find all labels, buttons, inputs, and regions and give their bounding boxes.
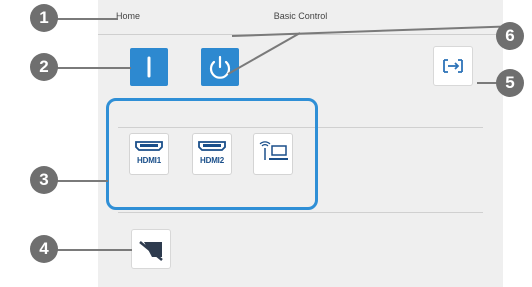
callout-5: 5 — [496, 69, 524, 97]
callout-4: 4 — [30, 235, 58, 263]
callout-2: 2 — [30, 53, 58, 81]
callout-line-6-diagonal — [227, 32, 301, 75]
callout-6: 6 — [496, 22, 524, 50]
callout-3: 3 — [30, 166, 58, 194]
callout-1: 1 — [30, 4, 58, 32]
